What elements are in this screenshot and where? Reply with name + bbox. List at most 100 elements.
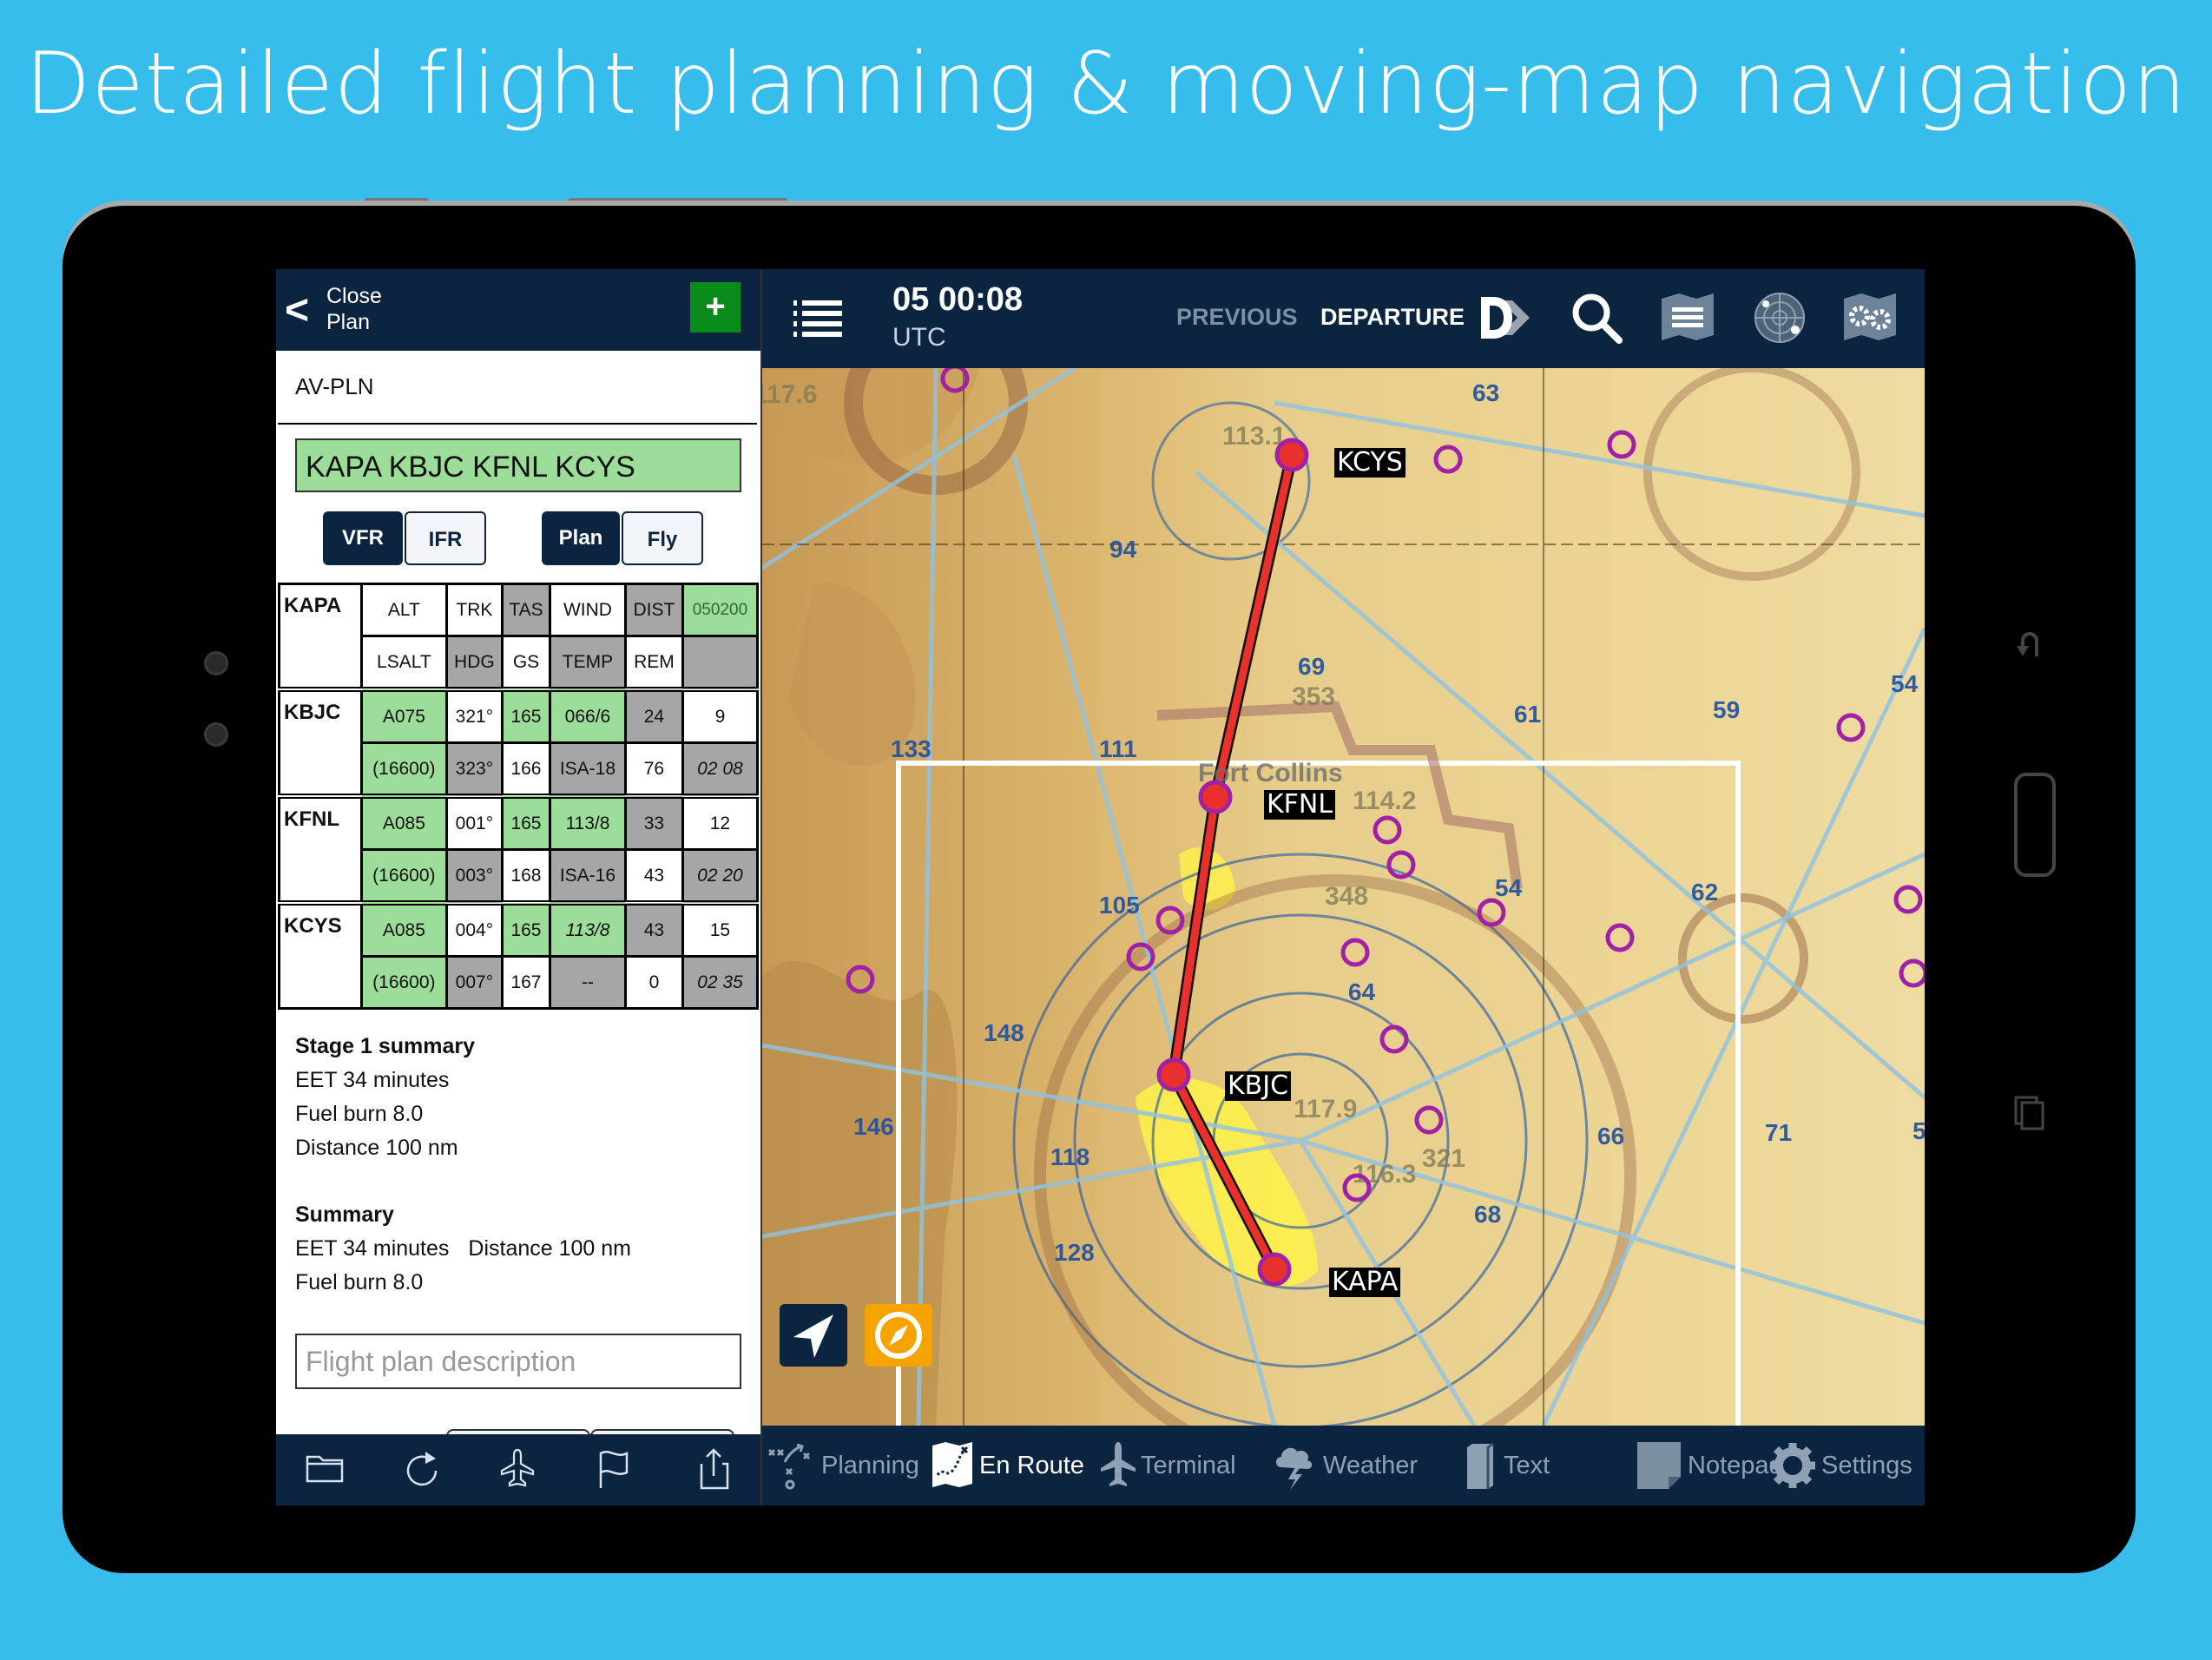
direct-to-icon[interactable]: [1474, 287, 1537, 349]
track-up-button[interactable]: [780, 1304, 847, 1367]
dist-cell: 33: [623, 794, 684, 851]
plan-name: AV-PLN: [295, 373, 374, 399]
map-toolbar: 05 00:08 UTC PREVIOUS DEPARTURE: [762, 269, 1925, 368]
panel-toolbar: [276, 1434, 760, 1505]
wind-cell[interactable]: 113/8: [548, 794, 627, 851]
chart-number: 105: [1099, 892, 1140, 919]
nav-notepad[interactable]: Notepad: [1636, 1426, 1783, 1505]
map-route-icon: [932, 1442, 972, 1487]
chart-number: 61: [1514, 701, 1541, 728]
leg-waypoint[interactable]: KBJC: [278, 687, 362, 798]
tas-cell[interactable]: 165: [501, 900, 551, 958]
alt-cell[interactable]: A085: [360, 900, 448, 958]
nav-planning[interactable]: Planning: [766, 1426, 919, 1505]
add-plan-button[interactable]: +: [690, 282, 741, 333]
summary-eet: EET 34 minutes: [295, 1236, 450, 1261]
chart-number: 116.3: [1353, 1160, 1416, 1189]
chart-number: 54: [1495, 874, 1523, 901]
chart-number: 62: [1691, 879, 1718, 906]
airplane-icon[interactable]: [495, 1446, 540, 1492]
nav-text[interactable]: Text: [1464, 1426, 1550, 1505]
waypoint-label-kapa[interactable]: KAPA: [1329, 1268, 1401, 1297]
chart-number: 63: [1472, 379, 1499, 406]
nav-terminal[interactable]: Terminal: [1101, 1426, 1236, 1505]
nav-en-route[interactable]: En Route: [931, 1426, 1084, 1505]
eta-cell: 02 20: [681, 848, 760, 905]
alt-cell[interactable]: A075: [360, 687, 448, 744]
radar-icon[interactable]: [1748, 287, 1811, 349]
chart-number: 54: [1891, 670, 1919, 697]
waypoint-marker-kbjc[interactable]: [1156, 1057, 1191, 1092]
flag-icon[interactable]: [592, 1446, 637, 1492]
tablet-camera: [204, 651, 228, 675]
alt-cell[interactable]: A085: [360, 794, 448, 851]
lsalt-cell: (16600): [360, 741, 448, 798]
col-header: HDG: [444, 635, 504, 691]
share-icon[interactable]: [691, 1446, 736, 1492]
summary-fuel: Fuel burn 8.0: [295, 1270, 424, 1294]
plan-mode-toggle[interactable]: Plan: [542, 511, 620, 565]
map-settings-icon[interactable]: [1839, 287, 1901, 349]
list-menu-icon[interactable]: [793, 299, 844, 339]
chart-number: 146: [853, 1113, 894, 1140]
gs-cell: 166: [501, 741, 551, 798]
waypoint-label-kfnl[interactable]: KFNL: [1264, 790, 1336, 820]
sectional-map[interactable]: 94 133 111 63 69 61 59 54 105 62 64 54 148 146 118 128 6…: [762, 368, 1925, 1426]
utc-clock: 05 00:08: [892, 281, 1024, 318]
hdg-cell: 323°: [444, 741, 504, 798]
tas-cell[interactable]: 165: [501, 794, 551, 851]
trk-cell: 004°: [444, 900, 504, 958]
col-header: GS: [501, 635, 551, 691]
leg-waypoint[interactable]: KFNL: [278, 794, 362, 905]
note-icon: [1637, 1442, 1681, 1489]
waypoint-marker-kapa[interactable]: [1257, 1252, 1292, 1287]
recent-apps-key-icon[interactable]: [2014, 1096, 2045, 1130]
leg-time-cell: 9: [681, 687, 760, 744]
book-icon: [1467, 1442, 1494, 1489]
chart-number: 353: [1292, 682, 1335, 711]
home-key[interactable]: [2014, 773, 2056, 877]
col-header: ALT: [360, 583, 448, 637]
search-icon[interactable]: [1565, 287, 1628, 349]
nav-planning-label: Planning: [821, 1451, 919, 1479]
departure-waypoint[interactable]: KAPA: [278, 583, 362, 691]
chart-number: 321: [1422, 1144, 1465, 1173]
chart-number: 59: [1713, 696, 1740, 723]
chart-number: 118: [1050, 1143, 1090, 1170]
chart-number: 68: [1474, 1201, 1501, 1228]
folder-icon[interactable]: [302, 1446, 347, 1492]
tas-cell[interactable]: 165: [501, 687, 551, 744]
waypoint-marker-kcys[interactable]: [1274, 438, 1309, 472]
panel-header: < Close Plan +: [276, 269, 760, 351]
waypoint-label-kbjc[interactable]: KBJC: [1225, 1071, 1292, 1101]
flight-plan-description-input[interactable]: Flight plan description: [295, 1334, 741, 1389]
wind-cell[interactable]: 066/6: [548, 687, 627, 744]
gs-cell: 168: [501, 848, 551, 905]
tablet-screen: < Close Plan + AV-PLN KAPA KBJC KFNL KCY…: [276, 269, 1925, 1505]
ifr-toggle[interactable]: IFR: [405, 511, 486, 565]
chart-number: 117.9: [1294, 1095, 1357, 1123]
wind-cell[interactable]: 113/8: [548, 900, 627, 958]
compass-button[interactable]: [865, 1304, 932, 1367]
nav-weather[interactable]: Weather: [1273, 1426, 1418, 1505]
nav-settings[interactable]: Settings: [1769, 1426, 1912, 1505]
nav-terminal-label: Terminal: [1141, 1451, 1236, 1479]
temp-cell: ISA-18: [548, 741, 627, 798]
departure-button[interactable]: DEPARTURE: [1320, 304, 1465, 331]
tablet-sensor: [204, 722, 228, 747]
rem-cell: 76: [623, 741, 684, 798]
back-key-icon[interactable]: [2014, 627, 2049, 662]
navigation-arrow-icon: [793, 1314, 833, 1358]
route-input[interactable]: KAPA KBJC KFNL KCYS: [295, 438, 741, 492]
playbook-icon: [767, 1443, 811, 1490]
leg-waypoint[interactable]: KCYS: [278, 900, 362, 1010]
waypoint-label-kcys[interactable]: KCYS: [1334, 448, 1406, 478]
fly-mode-toggle[interactable]: Fly: [622, 511, 703, 565]
map-layers-icon[interactable]: [1656, 287, 1719, 349]
vfr-toggle[interactable]: VFR: [323, 511, 403, 565]
chart-number: 58: [1912, 1117, 1925, 1144]
previous-button[interactable]: PREVIOUS: [1176, 304, 1298, 331]
departure-time-cell[interactable]: 050200: [681, 583, 760, 637]
dist-cell: 43: [623, 900, 684, 958]
refresh-icon[interactable]: [399, 1446, 444, 1492]
